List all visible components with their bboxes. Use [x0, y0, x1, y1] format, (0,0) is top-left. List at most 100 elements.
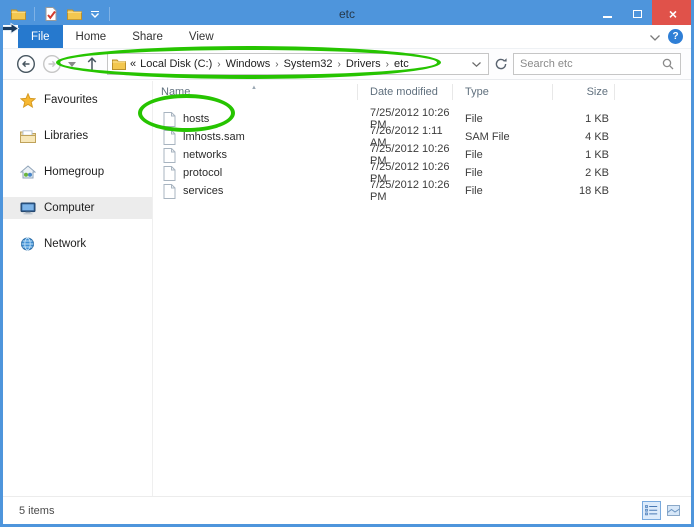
search-icon[interactable] — [662, 58, 674, 70]
file-name: services — [183, 185, 223, 197]
file-icon — [163, 130, 176, 145]
minimize-button[interactable] — [592, 0, 622, 28]
file-row-hosts[interactable]: hosts 7/25/2012 10:26 PM File 1 KB — [153, 107, 691, 125]
new-folder-icon[interactable] — [65, 4, 83, 24]
tab-share[interactable]: Share — [119, 25, 176, 48]
breadcrumb-separator-icon: › — [385, 59, 390, 70]
address-dropdown-chevron-icon[interactable] — [466, 54, 486, 74]
recent-locations-chevron-icon[interactable] — [68, 62, 76, 67]
breadcrumb: « Local Disk (C:) › Windows › System32 ›… — [126, 58, 466, 70]
explorer-icon[interactable] — [9, 4, 27, 24]
breadcrumb-segment-system32[interactable]: System32 — [284, 58, 333, 70]
view-toggle-buttons — [642, 501, 683, 520]
file-row-protocol[interactable]: protocol 7/25/2012 10:26 PM File 2 KB — [153, 161, 691, 179]
breadcrumb-separator-icon: › — [274, 59, 279, 70]
back-button[interactable] — [16, 54, 36, 74]
column-header-date-modified[interactable]: Date modified — [358, 84, 453, 100]
search-input[interactable] — [520, 58, 662, 70]
sidebar-item-libraries[interactable]: Libraries — [3, 125, 152, 147]
file-size: 2 KB — [553, 167, 615, 179]
file-size: 1 KB — [553, 149, 615, 161]
libraries-icon — [19, 130, 36, 143]
file-icon — [163, 184, 176, 199]
sidebar-item-favourites[interactable]: Favourites — [3, 89, 152, 111]
details-view-icon — [645, 505, 658, 516]
sidebar-item-label: Libraries — [44, 130, 88, 142]
file-name: networks — [183, 149, 227, 161]
sidebar-item-label: Network — [44, 238, 86, 250]
qat-separator — [34, 7, 35, 21]
breadcrumb-segment-windows[interactable]: Windows — [226, 58, 271, 70]
address-folder-icon — [112, 58, 126, 70]
status-bar: 5 items — [3, 496, 691, 524]
sort-ascending-icon: ▲ — [251, 80, 257, 96]
network-icon — [19, 237, 36, 251]
column-headers: Name ▲ Date modified Type Size — [153, 81, 691, 103]
column-header-name[interactable]: Name ▲ — [153, 84, 358, 100]
title-bar: etc × — [0, 0, 694, 28]
breadcrumb-segment-etc[interactable]: etc — [394, 58, 409, 70]
file-rows: hosts 7/25/2012 10:26 PM File 1 KB lmhos… — [153, 107, 691, 197]
address-bar[interactable]: « Local Disk (C:) › Windows › System32 ›… — [107, 53, 489, 75]
tab-file[interactable]: File — [18, 25, 63, 48]
maximize-icon — [633, 10, 642, 18]
properties-icon[interactable] — [42, 4, 60, 24]
column-header-type[interactable]: Type — [453, 84, 553, 100]
details-view-button[interactable] — [642, 501, 661, 520]
tab-view[interactable]: View — [176, 25, 227, 48]
file-icon — [163, 112, 176, 127]
main-area: Favourites Libraries Homegroup Computer — [3, 81, 691, 496]
minimize-icon — [603, 16, 612, 18]
homegroup-icon — [19, 165, 36, 179]
file-row-lmhosts[interactable]: lmhosts.sam 7/26/2012 1:11 AM SAM File 4… — [153, 125, 691, 143]
tab-home[interactable]: Home — [63, 25, 120, 48]
star-icon — [19, 93, 36, 108]
file-date: 7/25/2012 10:26 PM — [358, 179, 453, 203]
file-icon — [163, 148, 176, 163]
sidebar-item-network[interactable]: Network — [3, 233, 152, 255]
sidebar-item-computer[interactable]: Computer — [3, 197, 152, 219]
file-list-pane: Name ▲ Date modified Type Size hosts 7/2… — [153, 81, 691, 496]
file-type: File — [453, 149, 553, 161]
ribbon-tabstrip: File Home Share View ? — [3, 25, 691, 49]
file-size: 1 KB — [553, 113, 615, 125]
sidebar-item-label: Computer — [44, 202, 95, 214]
file-row-services[interactable]: services 7/25/2012 10:26 PM File 18 KB — [153, 179, 691, 197]
computer-icon — [19, 202, 36, 215]
large-icons-view-button[interactable] — [664, 501, 683, 520]
sidebar-item-label: Favourites — [44, 94, 98, 106]
sidebar-item-homegroup[interactable]: Homegroup — [3, 161, 152, 183]
file-name: hosts — [183, 113, 209, 125]
column-header-size[interactable]: Size — [553, 84, 615, 100]
breadcrumb-separator-icon: › — [336, 59, 341, 70]
close-button[interactable]: × — [652, 0, 694, 28]
window-controls: × — [592, 0, 694, 28]
file-type: SAM File — [453, 131, 553, 143]
customize-qat-chevron-icon[interactable] — [88, 4, 102, 24]
breadcrumb-segment-local-disk[interactable]: Local Disk (C:) — [140, 58, 212, 70]
forward-button[interactable] — [42, 54, 62, 74]
breadcrumb-segment-drivers[interactable]: Drivers — [346, 58, 381, 70]
file-size: 18 KB — [553, 185, 615, 197]
explorer-window: etc × File Home Share View ? — [0, 0, 694, 527]
refresh-button[interactable] — [489, 53, 513, 75]
file-name: lmhosts.sam — [183, 131, 245, 143]
mouse-cursor-icon — [1, 22, 20, 40]
file-size: 4 KB — [553, 131, 615, 143]
file-type: File — [453, 113, 553, 125]
search-box — [513, 53, 681, 75]
maximize-button[interactable] — [622, 0, 652, 28]
navigation-toolbar: « Local Disk (C:) › Windows › System32 ›… — [3, 49, 691, 80]
file-type: File — [453, 167, 553, 179]
breadcrumb-collapse[interactable]: « — [130, 58, 136, 70]
large-icons-view-icon — [667, 505, 680, 516]
file-name: protocol — [183, 167, 222, 179]
expand-ribbon-chevron-icon[interactable] — [650, 28, 660, 46]
sidebar-item-label: Homegroup — [44, 166, 104, 178]
breadcrumb-separator-icon: › — [216, 59, 221, 70]
navigation-pane: Favourites Libraries Homegroup Computer — [3, 81, 153, 496]
help-button[interactable]: ? — [668, 29, 683, 44]
file-row-networks[interactable]: networks 7/25/2012 10:26 PM File 1 KB — [153, 143, 691, 161]
file-type: File — [453, 185, 553, 197]
up-button[interactable] — [85, 56, 99, 72]
